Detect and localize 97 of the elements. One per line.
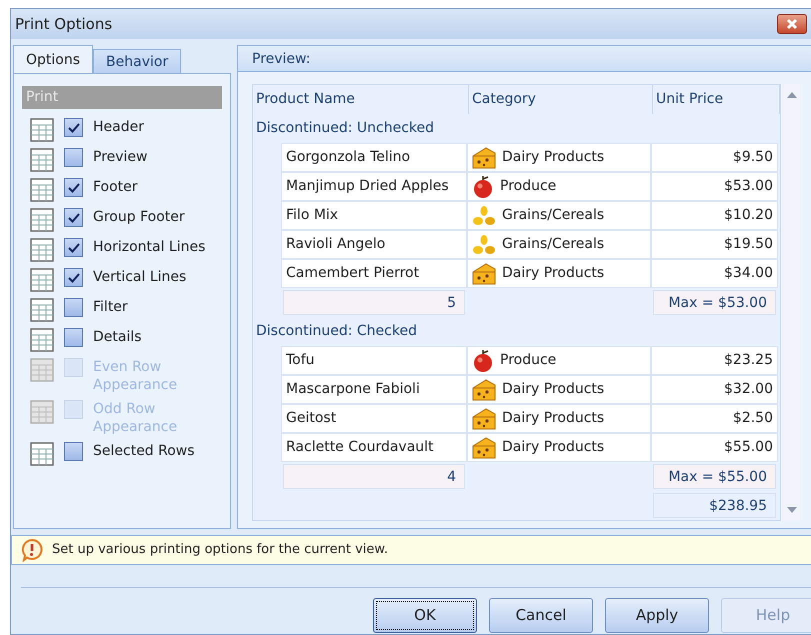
option-label: Preview: [93, 148, 148, 166]
option-label: Vertical Lines: [93, 268, 188, 286]
category-text: Dairy Products: [502, 380, 604, 399]
cheese-icon: [472, 378, 496, 400]
option-label: Header: [93, 118, 145, 136]
table-cell: Tofu: [281, 346, 467, 375]
table-cell: Geitost: [281, 404, 467, 433]
checkbox[interactable]: [64, 178, 83, 197]
section-header: Print: [22, 86, 222, 109]
scroll-up-icon[interactable]: [787, 92, 797, 98]
grain-icon: [472, 234, 496, 256]
info-bubble-icon: [20, 538, 44, 562]
grid-icon: [30, 178, 54, 202]
checkbox[interactable]: [64, 298, 83, 317]
check-icon: [68, 212, 80, 222]
table-cell: Ravioli Angelo: [281, 230, 467, 259]
column-header[interactable]: Unit Price: [653, 85, 780, 114]
dialog-button[interactable]: Apply: [605, 598, 709, 633]
table-cell: $34.00: [651, 259, 778, 288]
table-cell: $32.00: [651, 375, 778, 404]
category-text: Dairy Products: [502, 409, 604, 428]
check-icon: [68, 122, 80, 132]
cheese-icon: [472, 408, 496, 430]
grain-icon: [472, 204, 496, 226]
table-cell: Filo Mix: [281, 201, 467, 230]
option-label: Footer: [93, 178, 139, 196]
cheese-icon: [472, 146, 496, 168]
info-text: Set up various printing options for the current view.: [52, 541, 388, 560]
checkbox[interactable]: [64, 208, 83, 227]
close-icon: [785, 18, 799, 30]
checkbox[interactable]: [64, 328, 83, 347]
option-label: Group Footer: [93, 208, 186, 226]
option-label: Horizontal Lines: [93, 238, 206, 256]
table-cell: $55.00: [651, 433, 778, 462]
category-text: Grains/Cereals: [502, 235, 604, 254]
grid-icon: [30, 208, 54, 232]
grid-icon: [30, 328, 54, 352]
check-icon: [68, 182, 80, 192]
table-cell: $2.50: [651, 404, 778, 433]
grid-icon: [30, 298, 54, 322]
apple-icon: [472, 348, 494, 372]
option-label: Even Row Appearance: [93, 358, 178, 394]
category-text: Produce: [500, 351, 556, 370]
table-cell: $23.25: [651, 346, 778, 375]
dialog-button[interactable]: Cancel: [489, 598, 593, 633]
total-cell: $238.95: [653, 493, 776, 518]
grid-icon: [30, 400, 54, 424]
grid-icon: [30, 238, 54, 262]
apple-icon: [472, 174, 494, 198]
table-cell: Camembert Pierrot: [281, 259, 467, 288]
dialog-button[interactable]: OK: [373, 598, 477, 633]
option-label: Filter: [93, 298, 129, 316]
column-header[interactable]: Category: [469, 85, 653, 114]
check-icon: [68, 242, 80, 252]
grid-icon: [30, 268, 54, 292]
table-cell: $53.00: [651, 172, 778, 201]
checkbox[interactable]: [64, 118, 83, 137]
table-cell: Mascarpone Fabioli: [281, 375, 467, 404]
cheese-icon: [472, 262, 496, 284]
table-cell: Raclette Courdavault: [281, 433, 467, 462]
close-button[interactable]: [777, 14, 807, 34]
group-max-cell: Max = $53.00: [653, 290, 776, 315]
group-count-cell: 5: [283, 290, 465, 315]
tab[interactable]: Options: [13, 45, 94, 73]
preview-title: Preview:: [238, 46, 811, 72]
category-text: Dairy Products: [502, 264, 604, 283]
scroll-down-icon[interactable]: [787, 507, 797, 513]
table-cell: Manjimup Dried Apples: [281, 172, 467, 201]
category-text: Dairy Products: [502, 148, 604, 167]
tab[interactable]: Behavior: [93, 49, 182, 73]
table-cell: $9.50: [651, 143, 778, 172]
category-text: Grains/Cereals: [502, 206, 604, 225]
checkbox[interactable]: [64, 148, 83, 167]
checkbox[interactable]: [64, 238, 83, 257]
grid-icon: [30, 442, 54, 466]
cheese-icon: [472, 436, 496, 458]
check-icon: [68, 272, 80, 282]
grid-icon: [30, 118, 54, 142]
category-text: Dairy Products: [502, 438, 604, 457]
group-row-label[interactable]: Discontinued: Checked: [253, 317, 780, 346]
group-max-cell: Max = $55.00: [653, 464, 776, 489]
grid-icon: [30, 358, 54, 382]
group-row-label[interactable]: Discontinued: Unchecked: [253, 114, 780, 143]
column-header[interactable]: Product Name: [253, 85, 469, 114]
option-label: Details: [93, 328, 143, 346]
table-cell: $19.50: [651, 230, 778, 259]
table-cell: $10.20: [651, 201, 778, 230]
window-title: Print Options: [15, 14, 112, 35]
option-label: Selected Rows: [93, 442, 196, 460]
group-count-cell: 4: [283, 464, 465, 489]
scrollbar[interactable]: [781, 84, 803, 521]
table-cell: Gorgonzola Telino: [281, 143, 467, 172]
checkbox[interactable]: [64, 442, 83, 461]
category-text: Produce: [500, 177, 556, 196]
option-label: Odd Row Appearance: [93, 400, 178, 436]
checkbox[interactable]: [64, 268, 83, 287]
grid-icon: [30, 148, 54, 172]
